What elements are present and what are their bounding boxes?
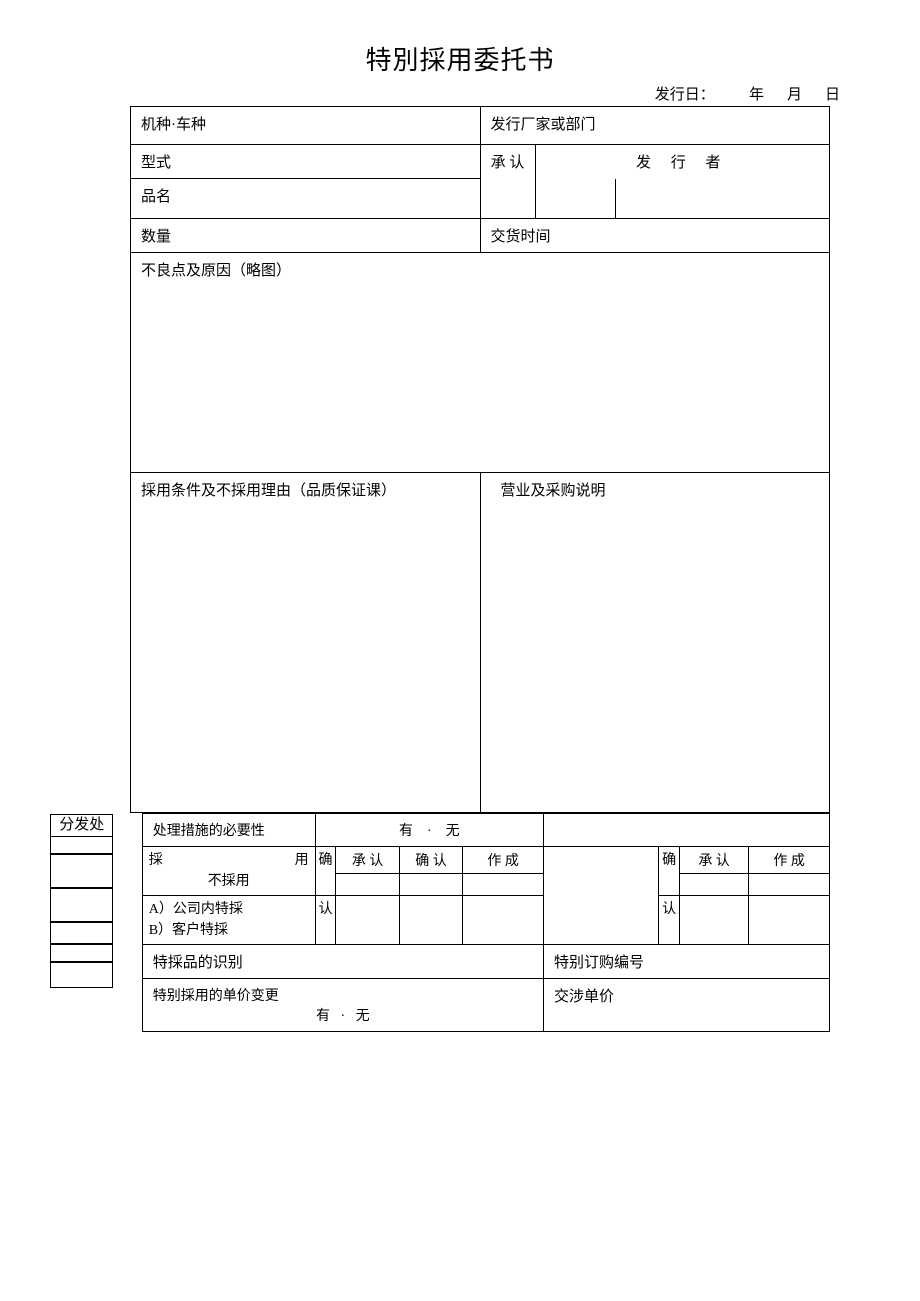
adopt-options: 採 用 不採用: [142, 847, 315, 896]
approve-blank: [480, 179, 535, 219]
price-no: 无: [356, 1009, 370, 1024]
mid-blank: [543, 847, 658, 945]
special-adopt-options: A）公司内特採 B）客户特採: [142, 896, 315, 945]
adopt-char-1: 採: [149, 853, 163, 868]
left-sig-2: [399, 874, 462, 896]
necessity-yes: 有: [399, 824, 413, 839]
lower-table: 分发处 处理措施的必要性 有 · 无 採 用 不採用: [50, 813, 830, 1032]
issuer-label: 发 行 者: [535, 145, 830, 179]
necessity-right-blank: [543, 814, 829, 847]
confirm-vert-right: 确: [659, 847, 680, 896]
qty-cell: 数量: [131, 219, 481, 253]
delivery-cell: 交货时间: [480, 219, 830, 253]
left-sig-2b: [399, 896, 462, 945]
dist-row-4: [50, 922, 113, 944]
right-sig-2b: [749, 896, 830, 945]
left-sig-1: [336, 874, 399, 896]
necessity-label: 处理措施的必要性: [142, 814, 315, 847]
price-change-label: 特别採用的单价变更: [153, 989, 279, 1004]
necessity-options: 有 · 无: [315, 814, 543, 847]
price-change-cell: 特别採用的单价变更 有 · 无: [142, 979, 543, 1032]
right-h-compose: 作 成: [749, 847, 830, 874]
opt-a: A）公司内特採: [149, 902, 243, 917]
sales-cell: 营业及采购说明: [480, 473, 830, 813]
left-h-approve: 承 认: [336, 847, 399, 874]
left-sig-3b: [463, 896, 544, 945]
dist-row-5: [50, 944, 113, 962]
left-h-confirm: 确 认: [399, 847, 462, 874]
identification-cell: 特採品的识别: [142, 945, 543, 979]
dist-label: 分发处: [50, 814, 113, 836]
issuer-dept-cell: 发行厂家或部门: [480, 107, 830, 145]
dist-row-6: [50, 962, 113, 988]
issue-prefix: 发行日：: [655, 87, 715, 103]
issuer-blank-1: [535, 179, 615, 219]
gutter-spacer: [113, 814, 142, 1032]
price-yes: 有: [316, 1009, 330, 1024]
issuer-blank-2: [615, 179, 830, 219]
adopt-char-2: 用: [295, 850, 309, 871]
dist-row-2: [50, 854, 113, 888]
style-cell: 型式: [131, 145, 481, 179]
right-sig-2: [749, 874, 830, 896]
issue-year-label: 年: [749, 87, 764, 103]
confirm-vert-right-2: 认: [659, 896, 680, 945]
necessity-no: 无: [446, 824, 460, 839]
defect-cell: 不良点及原因（略图）: [131, 253, 830, 473]
issue-day-label: 日: [825, 87, 840, 103]
confirm-vert-left: 确: [315, 847, 336, 896]
order-no-cell: 特别订购编号: [543, 945, 829, 979]
header-table: 机种·车种 发行厂家或部门 型式 承 认 发 行 者 品名 数量 交货时间 不良…: [130, 106, 830, 813]
confirm-vert-left-2: 认: [315, 896, 336, 945]
dist-row-3: [50, 888, 113, 922]
right-sig-1: [679, 874, 748, 896]
not-adopt: 不採用: [149, 871, 309, 892]
right-sig-1b: [679, 896, 748, 945]
dot-icon-2: ·: [340, 1009, 345, 1024]
approve-label: 承 认: [480, 145, 535, 179]
model-type-cell: 机种·车种: [131, 107, 481, 145]
left-sig-1b: [336, 896, 399, 945]
dist-row-1: [50, 836, 113, 854]
right-h-approve: 承 认: [679, 847, 748, 874]
issue-month-label: 月: [787, 87, 802, 103]
nego-price-cell: 交涉单价: [543, 979, 829, 1032]
conditions-cell: 採用条件及不採用理由（品质保证课）: [131, 473, 481, 813]
issue-date-line: 发行日： 年 月 日: [50, 83, 870, 104]
product-name-cell: 品名: [131, 179, 481, 219]
left-sig-3: [463, 874, 544, 896]
dot-icon: ·: [427, 824, 432, 839]
left-h-compose: 作 成: [463, 847, 544, 874]
page-title: 特別採用委托书: [50, 40, 870, 77]
opt-b: B）客户特採: [149, 923, 228, 938]
